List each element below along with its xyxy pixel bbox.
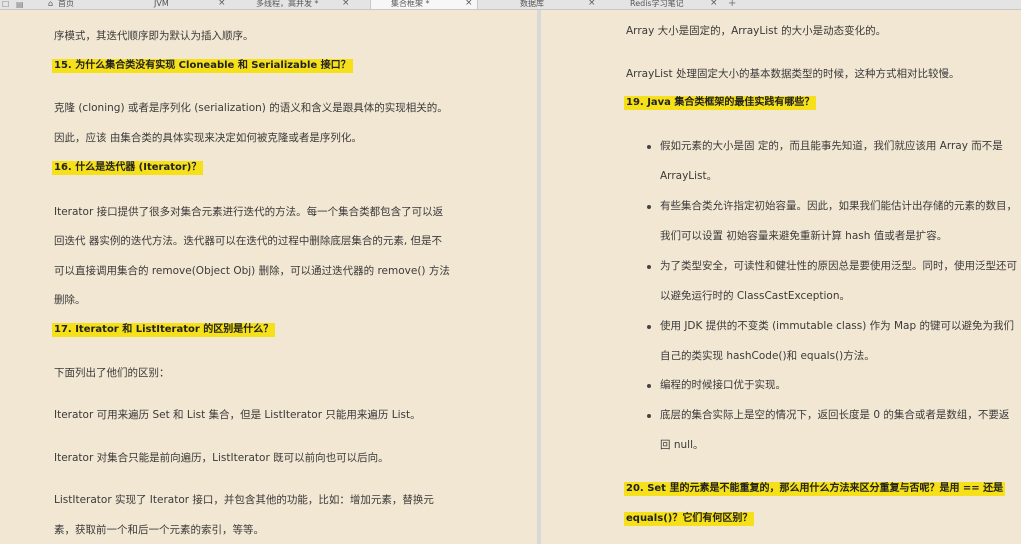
list-item: 使用 JDK 提供的不变类 (immutable class) 作为 Map 的… xyxy=(660,320,1014,332)
bullet xyxy=(647,145,651,149)
close-icon[interactable]: × xyxy=(588,0,596,8)
tab-jvm[interactable]: JVM × xyxy=(148,0,236,9)
heading-q20-continued: equals()？它们有何区别？ xyxy=(624,512,755,526)
bullet xyxy=(647,384,651,388)
tab-label: 首页 xyxy=(58,0,74,8)
list-item: 我们可以设置 初始容量来避免重新计算 hash 值或者是扩容。 xyxy=(660,230,948,242)
paragraph-line: 素，获取前一个和后一个元素的索引，等等。 xyxy=(54,524,264,536)
tab-bar: ☐ ▤ ⌂ 首页 JVM × 多线程，高并发 * × 集合框架 * × 数据库 … xyxy=(0,0,1021,10)
heading-q19: 19. Java 集合类框架的最佳实践有哪些？ xyxy=(624,96,817,110)
paragraph-line: 可以直接调用集合的 remove(Object Obj) 删除，可以通过迭代器的… xyxy=(54,265,450,277)
tab-label: Redis学习笔记 xyxy=(630,0,684,8)
tab-label: 数据库 xyxy=(520,0,544,8)
list-item: 自己的类实现 hashCode()和 equals()方法。 xyxy=(660,350,875,362)
paragraph-line: 下面列出了他们的区别： xyxy=(54,367,170,379)
paragraph-line: 因此，应该 由集合类的具体实现来决定如何被克隆或者是序列化。 xyxy=(54,132,362,144)
paragraph-line: ArrayList 处理固定大小的基本数据类型的时候，这种方式相对比较慢。 xyxy=(626,68,960,80)
bullet xyxy=(647,414,651,418)
paragraph-line: 回迭代 器实例的迭代方法。迭代器可以在迭代的过程中删除底层集合的元素, 但是不 xyxy=(54,235,443,247)
list-item: 假如元素的大小是固 定的，而且能事先知道，我们就应该用 Array 而不是 xyxy=(660,140,1003,152)
close-icon[interactable]: × xyxy=(342,0,350,8)
tab-home[interactable]: ⌂ 首页 xyxy=(44,0,140,9)
list-item: 以避免运行时的 ClassCastException。 xyxy=(660,290,850,302)
save-icon[interactable]: ▤ xyxy=(16,0,24,9)
tab-redis[interactable]: Redis学习笔记 × xyxy=(610,0,722,9)
tab-multithreading[interactable]: 多线程，高并发 * × xyxy=(250,0,360,9)
list-item: 编程的时候接口优于实现。 xyxy=(660,379,786,391)
paragraph-line: Iterator 对集合只能是前向遍历，ListIterator 既可以前向也可… xyxy=(54,452,389,464)
paragraph-line: Iterator 可用来遍历 Set 和 List 集合，但是 ListIter… xyxy=(54,409,421,421)
paragraph-line: ListIterator 实现了 Iterator 接口，并包含其他的功能，比如… xyxy=(54,494,434,506)
heading-q16: 16. 什么是迭代器 (Iterator)？ xyxy=(52,161,204,175)
heading-q15: 15. 为什么集合类没有实现 Cloneable 和 Serializable … xyxy=(52,59,353,73)
tab-label: JVM xyxy=(154,0,169,8)
list-item: 回 null。 xyxy=(660,439,704,451)
close-icon[interactable]: × xyxy=(710,0,718,8)
tab-database[interactable]: 数据库 × xyxy=(484,0,602,9)
tab-label: 集合框架 * xyxy=(391,0,430,8)
paragraph-line: 删除。 xyxy=(54,294,86,306)
list-item: 底层的集合实际上是空的情况下，返回长度是 0 的集合或者是数组，不要返 xyxy=(660,409,1010,421)
close-icon[interactable]: × xyxy=(465,0,473,8)
heading-q20: 20. Set 里的元素是不能重复的，那么用什么方法来区分重复与否呢？是用 ==… xyxy=(624,482,1006,496)
paragraph-line: Iterator 接口提供了很多对集合元素进行迭代的方法。每一个集合类都包含了可… xyxy=(54,206,444,218)
document-page-left: 序模式，其迭代顺序即为默认为插入顺序。 15. 为什么集合类没有实现 Clone… xyxy=(0,10,537,544)
close-icon[interactable]: × xyxy=(218,0,226,8)
bullet xyxy=(647,205,651,209)
tab-label: 多线程，高并发 * xyxy=(256,0,319,8)
paragraph-line: Array 大小是固定的，ArrayList 的大小是动态变化的。 xyxy=(626,25,887,37)
paragraph-line: 序模式，其迭代顺序即为默认为插入顺序。 xyxy=(54,30,254,42)
bullet xyxy=(647,325,651,329)
tab-collections[interactable]: 集合框架 * × xyxy=(370,0,478,9)
home-icon: ⌂ xyxy=(48,0,54,8)
document-page-right: Array 大小是固定的，ArrayList 的大小是动态变化的。 ArrayL… xyxy=(541,10,1021,544)
new-tab-button[interactable]: + xyxy=(728,0,736,9)
sidebar-toggle-icon[interactable]: ☐ xyxy=(2,0,9,9)
bullet xyxy=(647,265,651,269)
heading-q17: 17. Iterator 和 ListIterator 的区别是什么？ xyxy=(52,323,276,337)
list-item: 为了类型安全，可读性和健壮性的原因总是要使用泛型。同时，使用泛型还可 xyxy=(660,260,1017,272)
list-item: 有些集合类允许指定初始容量。因此，如果我们能估计出存储的元素的数目， xyxy=(660,200,1017,212)
list-item: ArrayList。 xyxy=(660,170,718,182)
paragraph-line: 克隆 (cloning) 或者是序列化 (serialization) 的语义和… xyxy=(54,102,448,114)
